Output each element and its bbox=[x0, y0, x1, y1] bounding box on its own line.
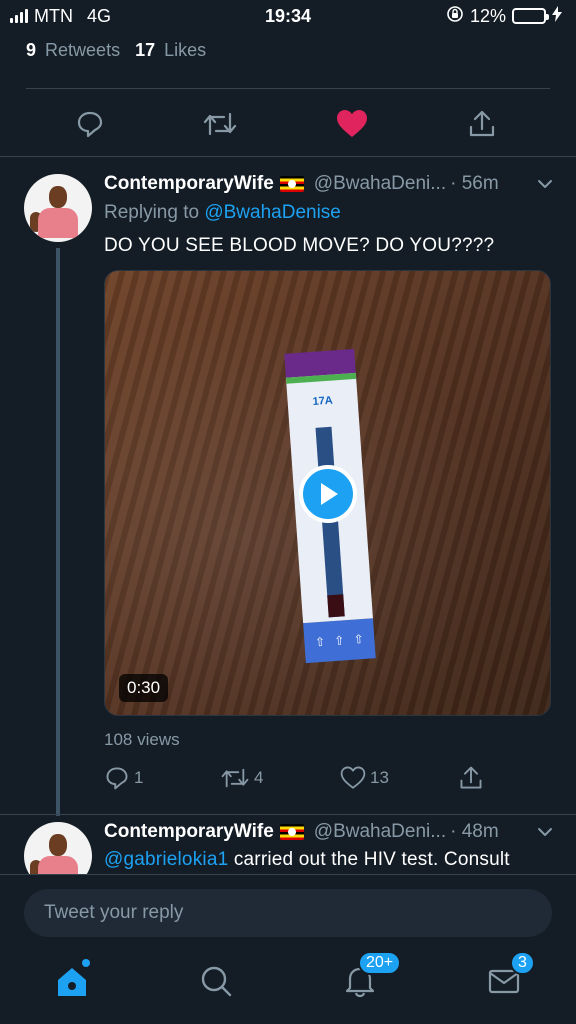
notifications-badge: 20+ bbox=[358, 951, 402, 975]
charging-icon bbox=[552, 5, 562, 27]
home-unread-dot bbox=[82, 959, 90, 967]
like-button[interactable] bbox=[332, 104, 372, 144]
reply-button[interactable] bbox=[70, 104, 110, 144]
author-handle[interactable]: @BwahaDeni... bbox=[314, 821, 446, 843]
tab-notifications[interactable]: 20+ bbox=[340, 951, 402, 1001]
tweet-text: @gabrielokia1 carried out the HIV test. … bbox=[104, 849, 510, 871]
video-player[interactable]: 17A ⇧ ⇧ ⇧ 0:30 bbox=[104, 270, 551, 716]
divider bbox=[0, 156, 576, 157]
tweet-actions: 1 4 13 bbox=[104, 765, 544, 795]
avatar[interactable] bbox=[24, 174, 92, 242]
like-button[interactable]: 13 bbox=[340, 765, 389, 791]
strip-label: 17A bbox=[312, 394, 334, 408]
chevron-down-icon[interactable] bbox=[536, 823, 554, 841]
play-icon bbox=[321, 483, 338, 505]
signal-icon bbox=[10, 9, 28, 23]
thread-line bbox=[56, 248, 60, 816]
divider bbox=[0, 814, 576, 815]
tweet-text: DO YOU SEE BLOOD MOVE? DO YOU???? bbox=[104, 235, 495, 256]
tweet-time: · 48m bbox=[450, 821, 499, 842]
view-count: 108 views bbox=[104, 730, 180, 749]
heart-filled-icon bbox=[337, 110, 367, 137]
replying-to-label: Replying to bbox=[104, 202, 200, 223]
author-name[interactable]: ContemporaryWife bbox=[104, 821, 274, 843]
network-label: 4G bbox=[87, 5, 112, 26]
share-button[interactable] bbox=[458, 765, 484, 791]
likes-label[interactable]: Likes bbox=[164, 40, 206, 60]
main-tweet-actions bbox=[0, 104, 576, 144]
reply-input[interactable] bbox=[24, 889, 552, 937]
home-icon bbox=[58, 968, 86, 996]
search-icon bbox=[201, 966, 232, 997]
tweet-stats: 9 Retweets 17 Likes bbox=[26, 40, 206, 61]
author-handle[interactable]: @BwahaDeni... bbox=[314, 173, 446, 195]
tab-home[interactable] bbox=[52, 959, 92, 1001]
divider bbox=[26, 88, 550, 89]
carrier-label: MTN bbox=[34, 5, 73, 26]
tweet-time: · 56m bbox=[450, 173, 499, 194]
battery-icon bbox=[512, 8, 549, 24]
author-name[interactable]: ContemporaryWife bbox=[104, 173, 274, 195]
tweet-header: ContemporaryWife @BwahaDeni... · 48m bbox=[104, 821, 554, 843]
mention-link[interactable]: @gabrielokia1 bbox=[104, 849, 228, 870]
tab-bar: 20+ 3 bbox=[0, 951, 576, 1024]
tweet-text-body: carried out the HIV test. Consult bbox=[228, 849, 510, 870]
uganda-flag-icon bbox=[279, 824, 304, 840]
status-left: MTN 4G bbox=[10, 6, 111, 27]
battery-percent: 12% bbox=[469, 5, 506, 26]
retweet-icon bbox=[221, 768, 249, 788]
like-count: 13 bbox=[370, 768, 389, 787]
share-icon bbox=[460, 766, 482, 789]
tab-search[interactable] bbox=[196, 961, 236, 1001]
reply-icon bbox=[106, 767, 128, 790]
heart-icon bbox=[340, 766, 366, 789]
retweets-label[interactable]: Retweets bbox=[45, 40, 120, 60]
play-button[interactable] bbox=[299, 465, 357, 523]
retweet-button[interactable]: 4 bbox=[220, 765, 263, 791]
share-icon bbox=[469, 110, 495, 137]
retweet-icon bbox=[203, 112, 237, 136]
reply-button[interactable]: 1 bbox=[104, 765, 143, 791]
reply-composer-area: 20+ 3 bbox=[0, 874, 576, 1024]
share-button[interactable] bbox=[462, 104, 502, 144]
tab-messages[interactable]: 3 bbox=[484, 951, 535, 1001]
retweet-button[interactable] bbox=[200, 104, 240, 144]
replying-to: Replying to @BwahaDenise bbox=[104, 202, 341, 224]
status-right: 12% bbox=[446, 5, 562, 28]
status-bar: MTN 4G 19:34 12% bbox=[0, 0, 576, 32]
retweets-count[interactable]: 9 bbox=[26, 40, 36, 60]
orientation-lock-icon bbox=[446, 5, 464, 28]
reply-count: 1 bbox=[134, 768, 144, 787]
video-duration: 0:30 bbox=[119, 674, 169, 702]
reply-icon bbox=[77, 111, 103, 138]
chevron-down-icon[interactable] bbox=[536, 175, 554, 193]
tweet-header: ContemporaryWife @BwahaDeni... · 56m bbox=[104, 173, 554, 195]
uganda-flag-icon bbox=[279, 176, 304, 192]
messages-badge: 3 bbox=[510, 951, 535, 975]
likes-count[interactable]: 17 bbox=[135, 40, 155, 60]
retweet-count: 4 bbox=[254, 768, 264, 787]
replying-to-mention[interactable]: @BwahaDenise bbox=[204, 202, 341, 223]
